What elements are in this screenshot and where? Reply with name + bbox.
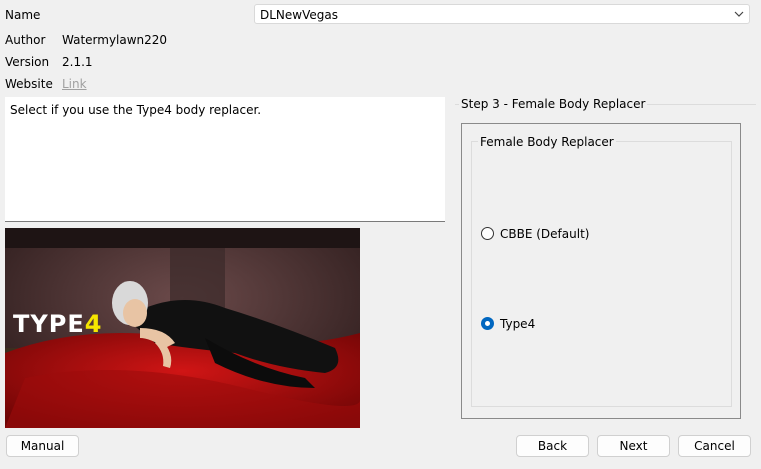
description-text: Select if you use the Type4 body replace… (10, 103, 262, 117)
preview-overlay-digit: 4 (84, 310, 103, 338)
version-label: Version (5, 55, 50, 69)
preview-overlay-label: TYPE4 (13, 310, 102, 338)
option-cbbe[interactable]: CBBE (Default) (481, 226, 601, 242)
version-value: 2.1.1 (62, 55, 93, 69)
option-cbbe-label: CBBE (Default) (500, 227, 590, 241)
mod-name-dropdown[interactable]: DLNewVegas (254, 4, 750, 24)
step-title: Step 3 - Female Body Replacer (459, 97, 648, 111)
option-group-box (471, 141, 732, 407)
website-label: Website (5, 77, 53, 91)
option-description: Select if you use the Type4 body replace… (5, 97, 445, 222)
option-group-title: Female Body Replacer (478, 135, 616, 149)
chevron-down-icon (734, 11, 744, 17)
option-preview-image: TYPE4 (5, 228, 360, 428)
radio-type4[interactable] (481, 317, 494, 330)
mod-name-value: DLNewVegas (260, 8, 338, 22)
author-value: Watermylawn220 (62, 33, 168, 47)
option-type4-label: Type4 (500, 317, 536, 331)
name-label: Name (5, 8, 41, 22)
preview-overlay-text: TYPE (13, 310, 85, 338)
cancel-button[interactable]: Cancel (678, 435, 751, 457)
website-link[interactable]: Link (62, 77, 87, 91)
next-button[interactable]: Next (597, 435, 670, 457)
option-type4[interactable]: Type4 (481, 316, 601, 332)
back-button[interactable]: Back (516, 435, 589, 457)
manual-button[interactable]: Manual (6, 435, 79, 457)
radio-cbbe[interactable] (481, 227, 494, 240)
author-label: Author (5, 33, 46, 47)
